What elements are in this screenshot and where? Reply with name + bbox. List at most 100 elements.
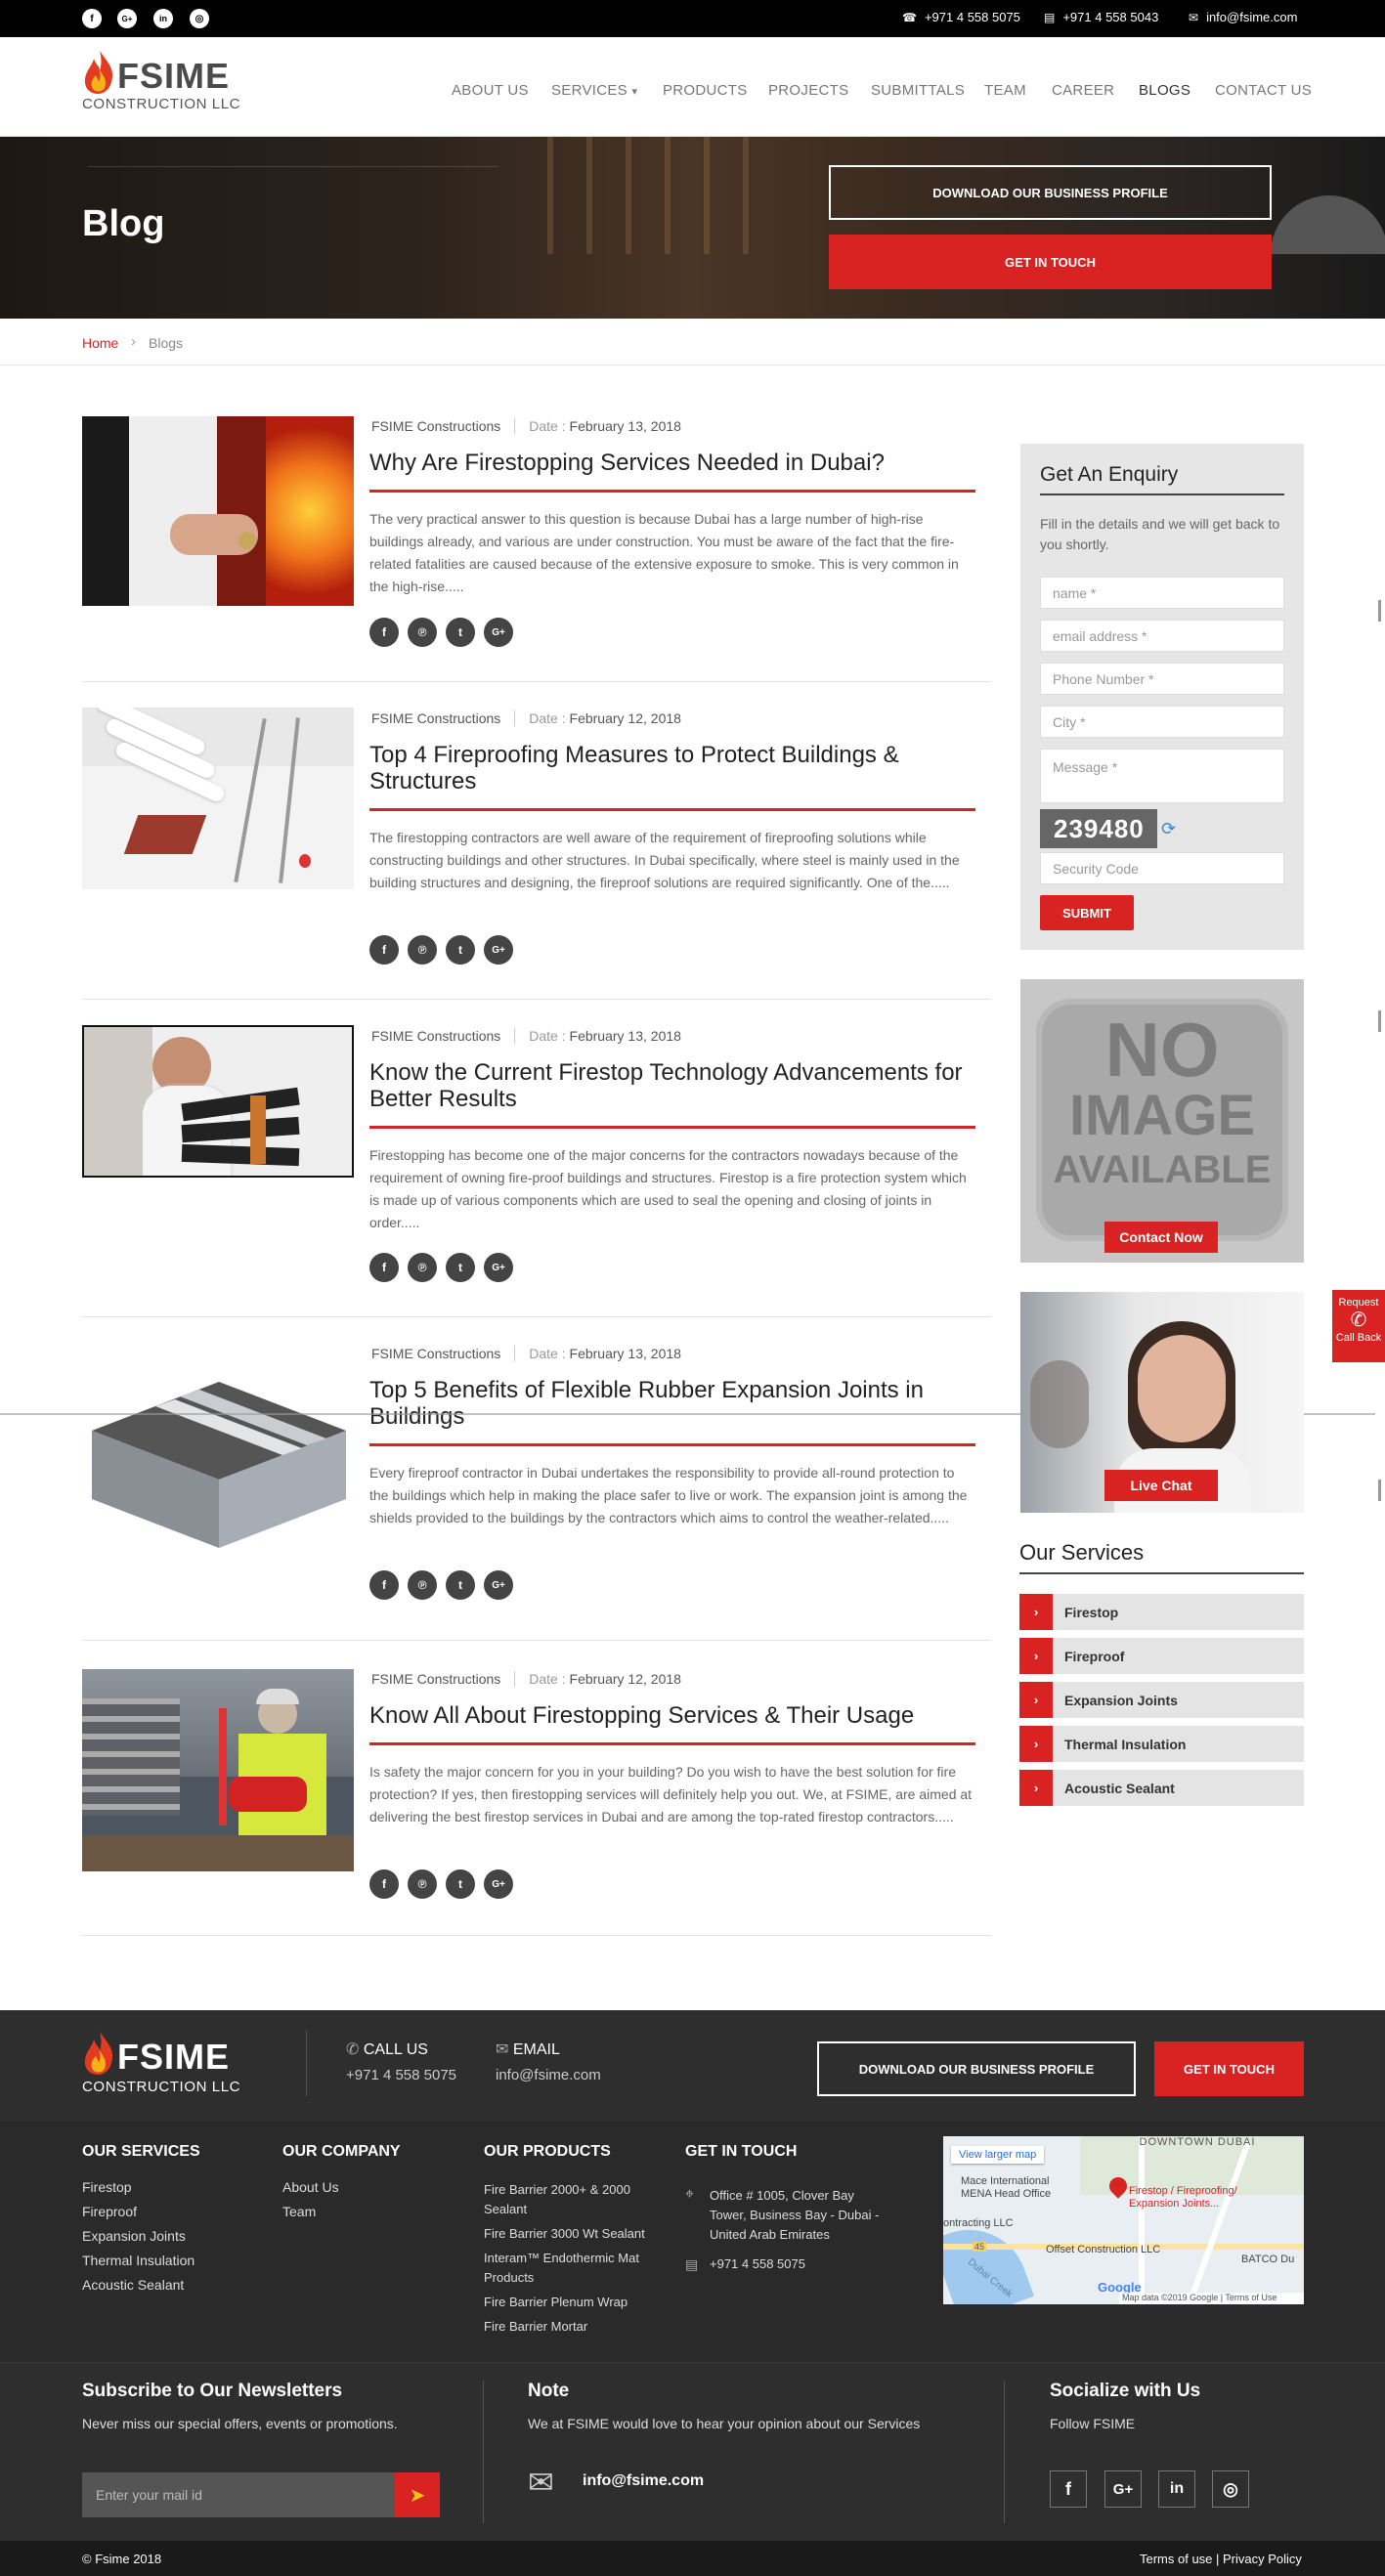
post-5-image[interactable] — [82, 1669, 354, 1871]
breadcrumb-home[interactable]: Home — [82, 335, 118, 351]
service-item-expansion-joints[interactable]: › Expansion Joints — [1019, 1682, 1304, 1718]
nav-blogs[interactable]: BLOGS — [1139, 82, 1190, 99]
footer-link[interactable]: Team — [282, 2200, 339, 2224]
google-plus-icon[interactable]: G+ — [484, 1869, 513, 1899]
footer-phone[interactable]: +971 4 558 5075 — [710, 2256, 805, 2271]
phone-input[interactable]: Phone Number * — [1040, 663, 1284, 695]
facebook-icon[interactable]: f — [1050, 2470, 1087, 2508]
footer-link[interactable]: Thermal Insulation — [82, 2249, 195, 2273]
twitter-icon[interactable]: t — [446, 935, 475, 965]
footer-link[interactable]: Firestop — [82, 2175, 195, 2200]
service-item-fireproof[interactable]: › Fireproof — [1019, 1638, 1304, 1674]
post-3-title[interactable]: Know the Current Firestop Technology Adv… — [369, 1059, 975, 1112]
top-phone-2[interactable]: ▤ +971 4 558 5043 — [1044, 10, 1158, 24]
post-2-image[interactable] — [82, 708, 354, 889]
pinterest-icon[interactable]: ℗ — [408, 935, 437, 965]
city-input[interactable]: City * — [1040, 706, 1284, 738]
nav-services[interactable]: SERVICES ▾ — [551, 82, 637, 99]
instagram-icon[interactable]: ◎ — [190, 9, 209, 28]
post-5-title[interactable]: Know All About Firestopping Services & T… — [369, 1702, 975, 1729]
twitter-icon[interactable]: t — [446, 1570, 475, 1600]
top-email[interactable]: ✉ info@fsime.com — [1189, 10, 1297, 24]
footer-link[interactable]: Fire Barrier Plenum Wrap — [484, 2293, 660, 2312]
top-phone-1[interactable]: ☎ +971 4 558 5075 — [902, 10, 1020, 24]
footer-link[interactable]: Interam™ Endothermic Mat Products — [484, 2249, 660, 2288]
live-chat-button[interactable]: Live Chat — [1104, 1470, 1218, 1501]
footer-link[interactable]: Fire Barrier 3000 Wt Sealant — [484, 2224, 660, 2244]
nav-contact-us[interactable]: CONTACT US — [1215, 82, 1312, 99]
footer-link[interactable]: Fireproof — [82, 2200, 195, 2224]
name-input[interactable]: name * — [1040, 577, 1284, 609]
nav-about-us[interactable]: ABOUT US — [452, 82, 529, 99]
request-callback-tab[interactable]: Request ✆ Call Back — [1332, 1290, 1385, 1362]
google-plus-icon[interactable]: G+ — [484, 935, 513, 965]
google-plus-icon[interactable]: G+ — [117, 9, 137, 28]
twitter-icon[interactable]: t — [446, 618, 475, 647]
nav-submittals[interactable]: SUBMITTALS — [871, 82, 965, 99]
security-code-input[interactable]: Security Code — [1040, 852, 1284, 884]
refresh-captcha-icon[interactable]: ⟳ — [1161, 819, 1176, 839]
newsletter-email-input[interactable]: Enter your mail id — [82, 2472, 395, 2517]
footer-logo-subtitle: CONSTRUCTION LLC — [82, 2079, 241, 2095]
footer-link[interactable]: Acoustic Sealant — [82, 2273, 195, 2297]
send-icon[interactable]: ➤ — [395, 2472, 440, 2517]
facebook-icon[interactable]: f — [369, 935, 399, 965]
google-plus-icon[interactable]: G+ — [484, 1570, 513, 1600]
callback-line-2: Call Back — [1335, 1332, 1382, 1344]
footer-link[interactable]: Fire Barrier Mortar — [484, 2317, 660, 2337]
terms-privacy-links[interactable]: Terms of use | Privacy Policy — [1140, 2552, 1302, 2566]
nav-career[interactable]: CAREER — [1052, 82, 1114, 99]
linkedin-icon[interactable]: in — [153, 9, 173, 28]
site-logo[interactable]: FSIME CONSTRUCTION LLC — [82, 49, 268, 119]
google-plus-icon[interactable]: G+ — [484, 1253, 513, 1282]
email-input[interactable]: email address * — [1040, 620, 1284, 652]
footer-get-in-touch-button[interactable]: GET IN TOUCH — [1154, 2041, 1304, 2096]
facebook-icon[interactable]: f — [82, 9, 102, 28]
date-label: Date : — [529, 1671, 566, 1687]
footer-download-button[interactable]: DOWNLOAD OUR BUSINESS PROFILE — [817, 2041, 1136, 2096]
nav-team[interactable]: TEAM — [984, 82, 1026, 99]
facebook-icon[interactable]: f — [369, 1253, 399, 1282]
twitter-icon[interactable]: t — [446, 1869, 475, 1899]
pinterest-icon[interactable]: ℗ — [408, 1869, 437, 1899]
footer-link[interactable]: About Us — [282, 2175, 339, 2200]
service-item-thermal-insulation[interactable]: › Thermal Insulation — [1019, 1726, 1304, 1762]
contact-now-button[interactable]: Contact Now — [1104, 1222, 1218, 1253]
google-map[interactable]: View larger map DOWNTOWN DUBAI Mace Inte… — [943, 2136, 1304, 2304]
message-textarea[interactable]: Message * — [1040, 749, 1284, 803]
linkedin-icon[interactable]: in — [1158, 2470, 1195, 2508]
pinterest-icon[interactable]: ℗ — [408, 1570, 437, 1600]
map-terms-link[interactable]: Terms of Use — [1225, 2293, 1277, 2302]
post-2-title[interactable]: Top 4 Fireproofing Measures to Protect B… — [369, 742, 975, 794]
google-plus-icon[interactable]: G+ — [484, 618, 513, 647]
nav-projects[interactable]: PROJECTS — [768, 82, 848, 99]
pinterest-icon[interactable]: ℗ — [408, 618, 437, 647]
footer-email-address[interactable]: info@fsime.com — [496, 2067, 601, 2083]
post-1-image[interactable] — [82, 416, 354, 606]
footer-link[interactable]: Expansion Joints — [82, 2224, 195, 2249]
nav-products[interactable]: PRODUCTS — [663, 82, 748, 99]
download-profile-button[interactable]: DOWNLOAD OUR BUSINESS PROFILE — [829, 165, 1272, 220]
submit-button[interactable]: SUBMIT — [1040, 895, 1134, 930]
view-larger-map-link[interactable]: View larger map — [951, 2146, 1045, 2164]
footer-call-number[interactable]: +971 4 558 5075 — [346, 2067, 456, 2083]
post-3-image[interactable] — [82, 1025, 354, 1178]
service-item-firestop[interactable]: › Firestop — [1019, 1594, 1304, 1630]
pinterest-icon[interactable]: ℗ — [408, 1253, 437, 1282]
post-2-underline — [369, 808, 975, 811]
post-4-image[interactable] — [82, 1343, 354, 1564]
note-email[interactable]: info@fsime.com — [583, 2472, 704, 2490]
footer-contact-strip: FSIME CONSTRUCTION LLC ✆ CALL US +971 4 … — [0, 2010, 1385, 2122]
post-4-title[interactable]: Top 5 Benefits of Flexible Rubber Expans… — [369, 1377, 975, 1430]
google-plus-icon[interactable]: G+ — [1104, 2470, 1142, 2508]
twitter-icon[interactable]: t — [446, 1253, 475, 1282]
facebook-icon[interactable]: f — [369, 1570, 399, 1600]
facebook-icon[interactable]: f — [369, 618, 399, 647]
get-in-touch-button[interactable]: GET IN TOUCH — [829, 235, 1272, 289]
instagram-icon[interactable]: ◎ — [1212, 2470, 1249, 2508]
map-label-mace: Mace International MENA Head Office — [961, 2175, 1052, 2200]
footer-link[interactable]: Fire Barrier 2000+ & 2000 Sealant — [484, 2180, 660, 2219]
post-1-title[interactable]: Why Are Firestopping Services Needed in … — [369, 450, 975, 476]
facebook-icon[interactable]: f — [369, 1869, 399, 1899]
service-item-acoustic-sealant[interactable]: › Acoustic Sealant — [1019, 1770, 1304, 1806]
